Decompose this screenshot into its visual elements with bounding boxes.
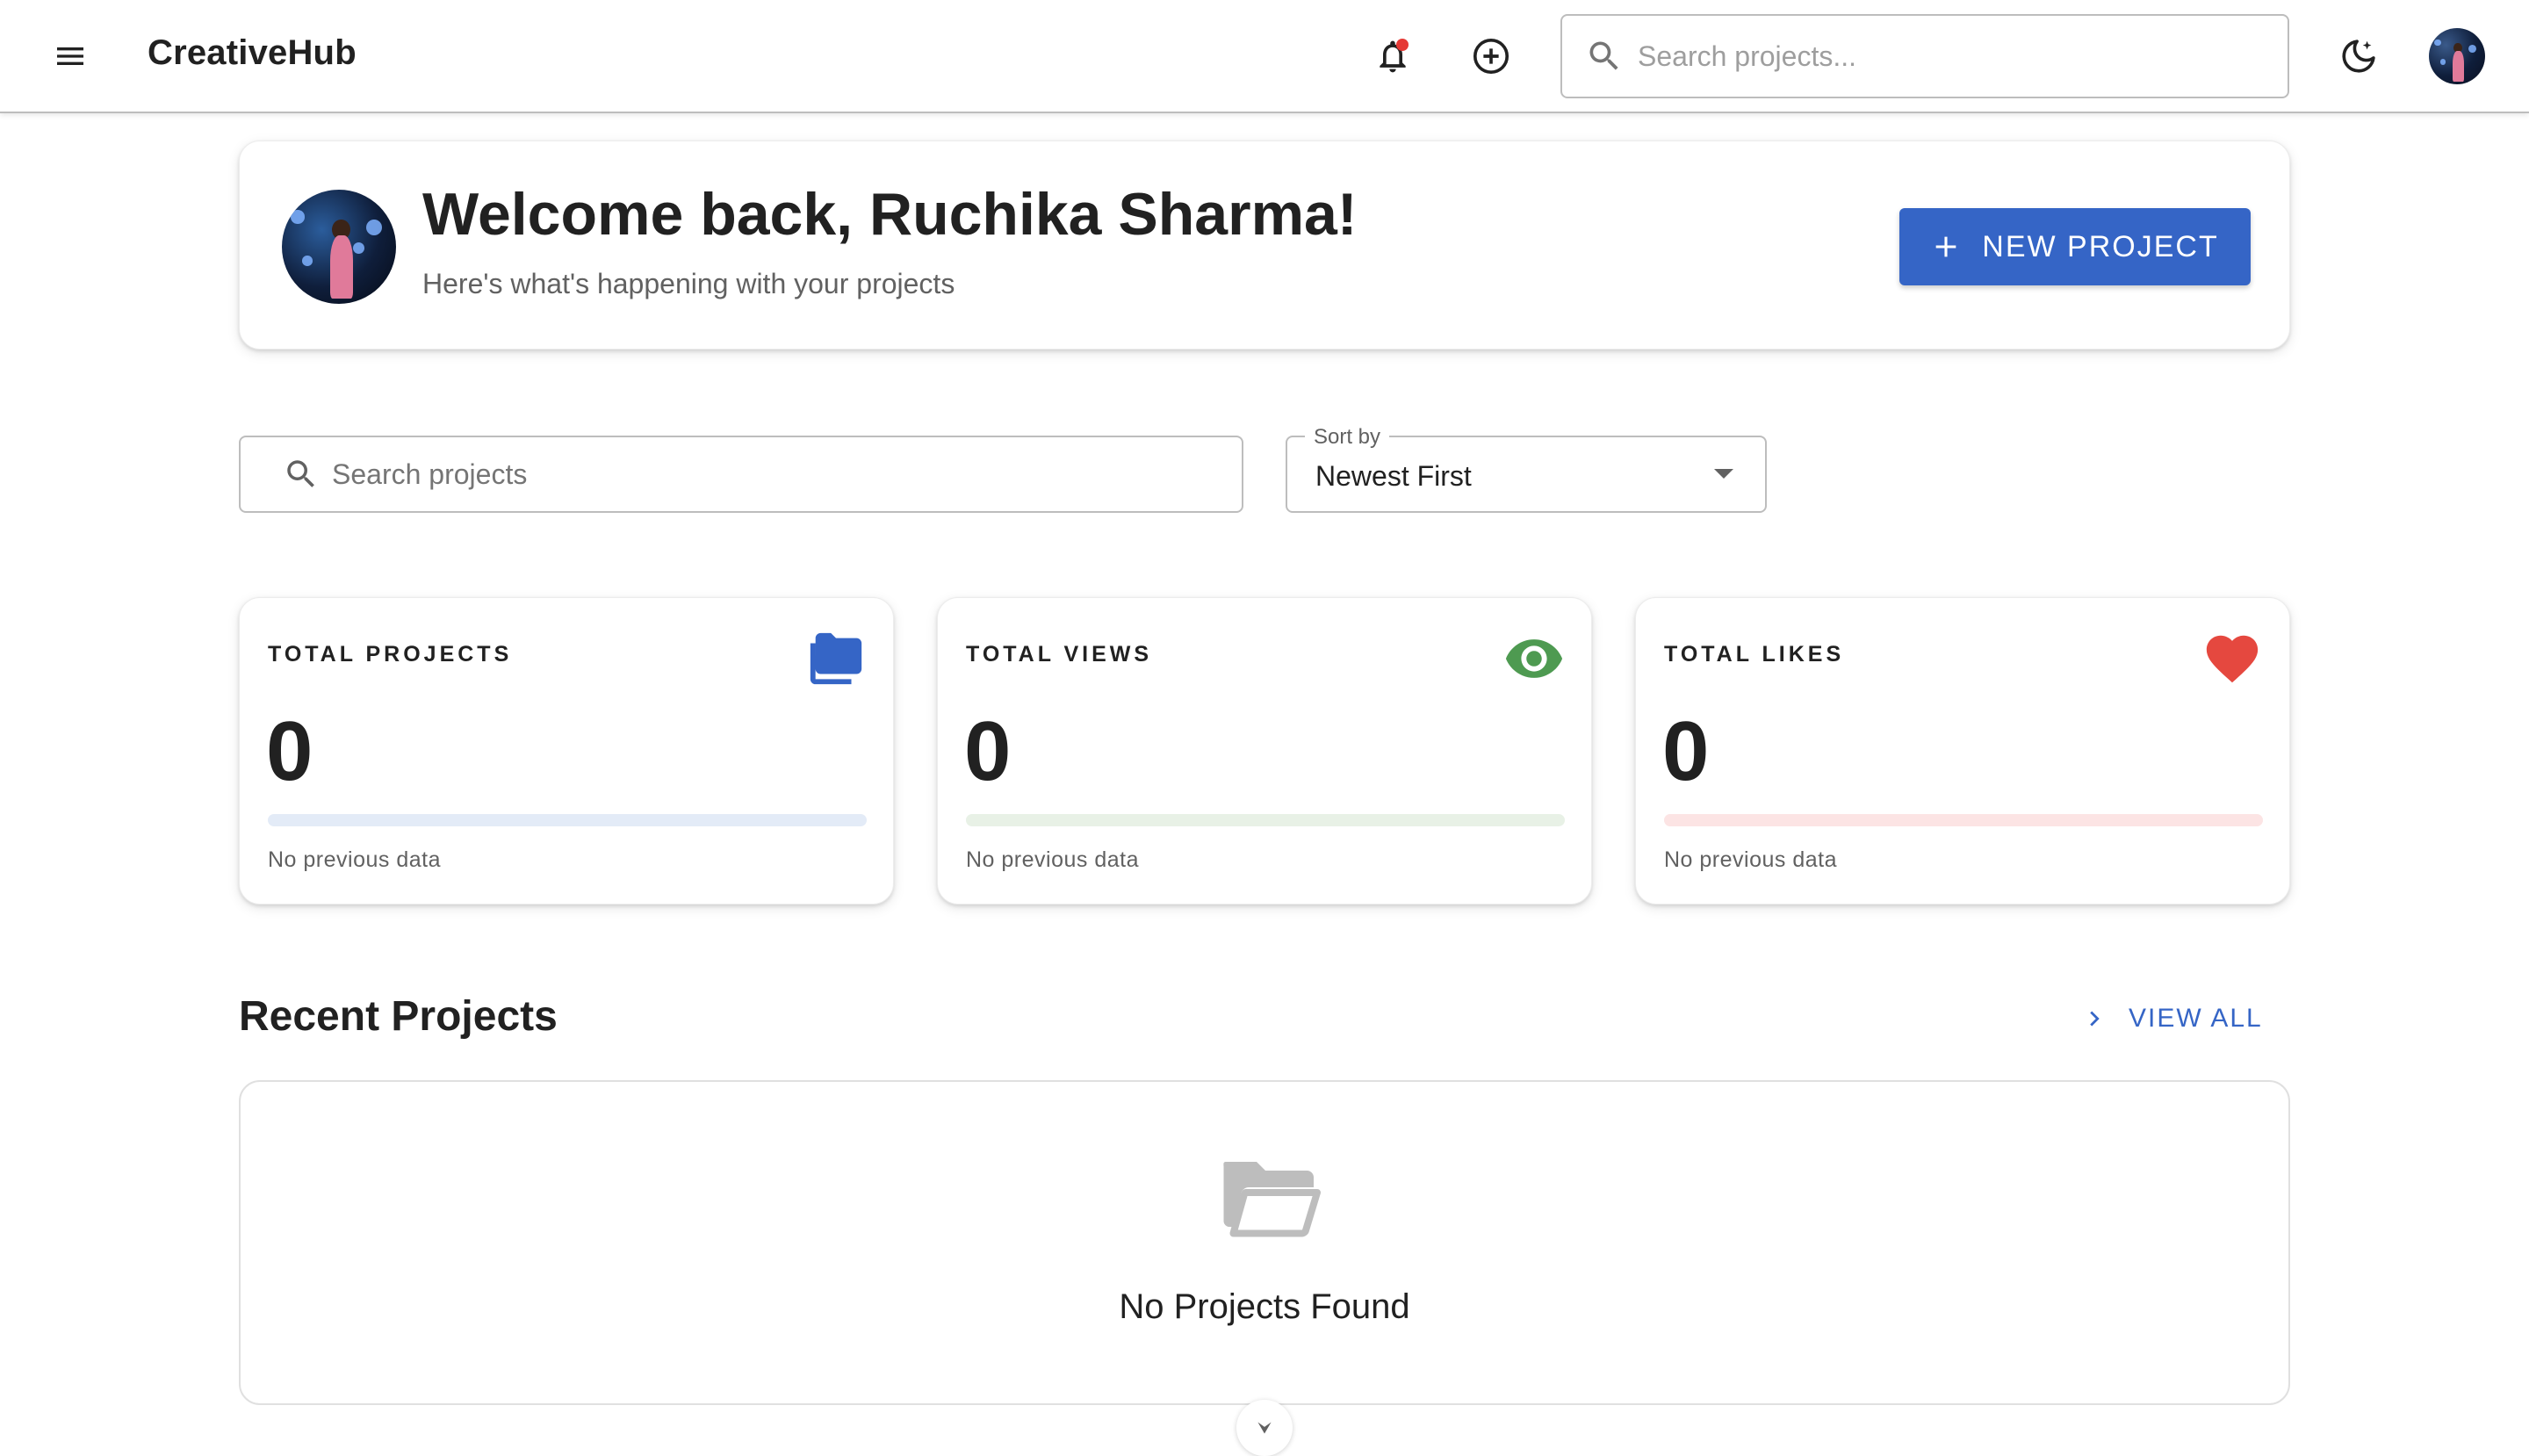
welcome-title: Welcome back, Ruchika Sharma! <box>422 181 1358 248</box>
stat-value: 0 <box>964 704 1012 798</box>
view-all-button[interactable]: VIEW ALL <box>2081 998 2263 1040</box>
sort-value: Newest First <box>1315 460 1472 492</box>
stat-label: TOTAL LIKES <box>1664 642 1845 667</box>
dark-mode-icon <box>2342 40 2375 73</box>
search-icon <box>287 460 314 487</box>
recent-projects-empty-state: No Projects Found <box>239 1080 2290 1405</box>
stat-label: TOTAL PROJECTS <box>268 642 513 667</box>
new-project-button[interactable]: NEW PROJECT <box>1899 208 2251 285</box>
chevron-right-icon <box>2090 1011 2100 1027</box>
notification-badge <box>1396 39 1409 51</box>
project-search-field[interactable] <box>239 436 1243 513</box>
eye-icon <box>1505 639 1563 678</box>
scroll-down-button[interactable] <box>1236 1400 1293 1456</box>
stat-label: TOTAL VIEWS <box>966 642 1153 667</box>
progress-bar <box>966 814 1565 826</box>
empty-state-text: No Projects Found <box>1119 1287 1410 1326</box>
top-search-input[interactable] <box>1638 40 2252 73</box>
recent-projects-title: Recent Projects <box>239 993 558 1040</box>
menu-icon <box>57 47 83 65</box>
plus-icon <box>1935 236 1956 257</box>
folder-open-icon <box>1223 1162 1321 1237</box>
welcome-card: Welcome back, Ruchika Sharma! Here's wha… <box>239 141 2290 350</box>
avatar <box>282 190 396 304</box>
menu-button[interactable] <box>40 26 100 86</box>
stat-value: 0 <box>1662 704 1710 798</box>
top-search-field[interactable] <box>1560 14 2289 98</box>
stat-note: No previous data <box>268 847 442 872</box>
brand-title[interactable]: CreativeHub <box>148 33 357 73</box>
progress-bar <box>1664 814 2263 826</box>
view-all-label: VIEW ALL <box>2129 1004 2263 1033</box>
notifications-button[interactable] <box>1363 26 1423 86</box>
add-circle-icon <box>1473 38 1509 75</box>
chevron-down-icon <box>1257 1422 1272 1434</box>
stat-value: 0 <box>266 704 313 798</box>
stat-note: No previous data <box>1664 847 1838 872</box>
welcome-subtitle: Here's what's happening with your projec… <box>422 268 955 299</box>
project-search-input[interactable] <box>332 458 1192 491</box>
heart-icon <box>2206 635 2259 683</box>
theme-toggle-button[interactable] <box>2329 26 2388 86</box>
sort-label: Sort by <box>1305 425 1390 450</box>
search-icon <box>1589 41 1618 70</box>
stat-card-total-projects: TOTAL PROJECTS 0 No previous data <box>239 597 894 905</box>
stat-note: No previous data <box>966 847 1140 872</box>
user-avatar[interactable] <box>2429 28 2485 84</box>
stat-card-total-likes: TOTAL LIKES 0 No previous data <box>1635 597 2290 905</box>
new-project-label: NEW PROJECT <box>1982 229 2219 263</box>
stat-card-total-views: TOTAL VIEWS 0 No previous data <box>937 597 1592 905</box>
app-bar: CreativeHub <box>0 0 2529 113</box>
sort-select[interactable]: Sort by Newest First <box>1286 425 1767 513</box>
dropdown-arrow-icon <box>1714 469 1733 479</box>
progress-bar <box>268 814 867 826</box>
folder-icon <box>810 632 862 685</box>
add-button[interactable] <box>1461 26 1521 86</box>
